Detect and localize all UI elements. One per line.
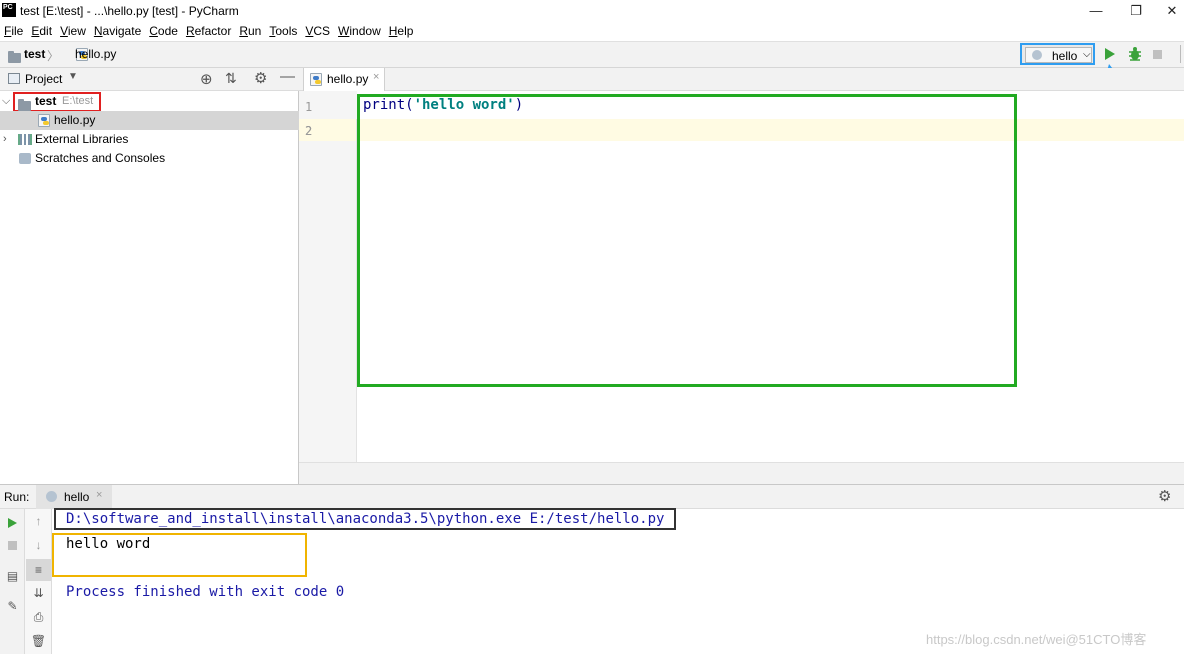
line-number-1: 1: [305, 100, 313, 114]
menu-view[interactable]: View: [56, 22, 90, 41]
arrow-up-icon[interactable]: ↑: [26, 510, 51, 532]
minimize-button[interactable]: —: [1082, 2, 1110, 20]
green-highlight-box: [357, 94, 1017, 387]
scroll-to-end-icon[interactable]: ⇊: [26, 582, 51, 604]
run-icon[interactable]: [1103, 46, 1117, 62]
gear-icon[interactable]: ⚙: [1158, 487, 1171, 505]
restore-button[interactable]: ❐: [1122, 2, 1150, 20]
folder-icon: [18, 99, 31, 111]
output-highlight-box: [52, 533, 307, 577]
menu-edit[interactable]: Edit: [27, 22, 56, 41]
tree-row-hello-py[interactable]: hello.py: [0, 111, 299, 130]
editor-tab-bar: hello.py ×: [299, 68, 1184, 91]
close-icon[interactable]: ×: [373, 71, 379, 83]
tree-label-external-libraries: External Libraries: [35, 132, 129, 146]
python-file-icon: [38, 114, 50, 127]
app-icon-label: PC: [3, 4, 13, 11]
tree-label-scratches: Scratches and Consoles: [35, 151, 166, 165]
close-window-button[interactable]: ✕: [1158, 2, 1184, 20]
chevron-right-icon[interactable]: ›: [3, 130, 7, 149]
menu-tools[interactable]: Tools: [265, 22, 301, 41]
menu-code[interactable]: Code: [145, 22, 182, 41]
gutter-bottom: [299, 141, 357, 462]
toolbar-divider: [1180, 45, 1181, 63]
debug-icon[interactable]: [1127, 46, 1143, 62]
menu-refactor[interactable]: Refactor: [182, 22, 235, 41]
menu-vcs[interactable]: VCS: [301, 22, 334, 41]
tab-label: hello.py: [327, 72, 369, 86]
menu-window[interactable]: Window: [334, 22, 385, 41]
title-bar: PC test [E:\test] - ...\hello.py [test] …: [0, 0, 1184, 22]
run-label: Run:: [4, 490, 30, 504]
navigation-bar: test 〉 hello.py: [0, 41, 1184, 68]
library-icon: [18, 134, 32, 145]
python-config-icon: [46, 491, 57, 502]
hide-icon[interactable]: —: [280, 68, 295, 85]
pin-icon[interactable]: ✎: [0, 595, 25, 617]
command-highlight-box: [54, 508, 676, 530]
close-icon[interactable]: ×: [96, 489, 102, 501]
tree-row-external-libraries[interactable]: › External Libraries: [0, 130, 299, 149]
menu-run[interactable]: Run: [235, 22, 265, 41]
run-tool-header: Run: hello × ⚙: [0, 484, 1184, 509]
chevron-down-icon[interactable]: ⌵: [2, 92, 10, 111]
scratches-icon: [19, 153, 31, 164]
tree-label-test: test: [35, 94, 57, 108]
folder-icon: [8, 51, 21, 63]
run-tab-hello[interactable]: hello ×: [36, 485, 112, 509]
console-exit-line: Process finished with exit code 0: [66, 584, 345, 600]
stop-icon[interactable]: [0, 535, 25, 557]
run-config-name: hello: [1052, 49, 1078, 63]
soft-wrap-icon[interactable]: ≡: [26, 559, 51, 581]
pycharm-app-icon: PC: [2, 3, 16, 17]
run-toolbar-right: ↑ ↓ ≡ ⇊ ⎙ 🗑: [25, 509, 52, 654]
locate-icon[interactable]: ⊕: [200, 70, 213, 88]
project-view-title[interactable]: Project: [25, 72, 62, 86]
window-title: test [E:\test] - ...\hello.py [test] - P…: [20, 4, 239, 18]
breadcrumb-project[interactable]: test: [24, 47, 45, 61]
tree-row-test[interactable]: ⌵ test E:\test: [0, 92, 299, 112]
tree-path-test: E:\test: [62, 95, 94, 107]
run-config-dropdown[interactable]: hello ⌵: [1025, 47, 1092, 63]
trash-icon[interactable]: 🗑: [26, 630, 51, 652]
chevron-down-icon: ⌵: [1083, 49, 1091, 60]
line-number-2: 2: [305, 124, 313, 138]
breadcrumb-file[interactable]: hello.py: [75, 47, 116, 61]
project-view-icon: [8, 73, 20, 84]
menu-navigate[interactable]: Navigate: [90, 22, 145, 41]
run-toolbar-left: ▤ ✎: [0, 509, 25, 654]
menu-file[interactable]: File: [0, 22, 27, 41]
project-tool-header: Project ▼ ⊕ ⇅ ⚙ —: [0, 68, 299, 91]
arrow-down-icon[interactable]: ↓: [26, 534, 51, 556]
python-config-icon: [1032, 50, 1042, 60]
menu-bar: File Edit View Navigate Code Refactor Ru…: [0, 22, 1184, 41]
tree-label-hello-py: hello.py: [54, 113, 96, 127]
print-icon[interactable]: ⎙: [26, 606, 51, 628]
rerun-icon[interactable]: [0, 512, 25, 534]
python-file-icon: [310, 73, 322, 86]
menu-help[interactable]: Help: [385, 22, 418, 41]
project-tree: ⌵ test E:\test hello.py › External Libra…: [0, 91, 299, 484]
tab-hello-py[interactable]: hello.py ×: [303, 68, 385, 91]
run-configuration-selector[interactable]: hello ⌵: [1020, 43, 1095, 65]
stop-icon[interactable]: [1153, 50, 1162, 59]
breadcrumb-separator: 〉: [47, 49, 60, 63]
tree-row-scratches[interactable]: Scratches and Consoles: [0, 149, 299, 168]
run-tab-label: hello: [64, 490, 90, 504]
collapse-all-icon[interactable]: ⇅: [225, 70, 237, 87]
gear-icon[interactable]: ⚙: [254, 69, 267, 87]
dropdown-arrow-icon[interactable]: ▼: [68, 71, 78, 82]
layout-icon[interactable]: ▤: [0, 565, 25, 587]
editor-footer: [299, 462, 1184, 484]
watermark: https://blog.csdn.net/wei@51CTO博客: [926, 632, 1147, 647]
